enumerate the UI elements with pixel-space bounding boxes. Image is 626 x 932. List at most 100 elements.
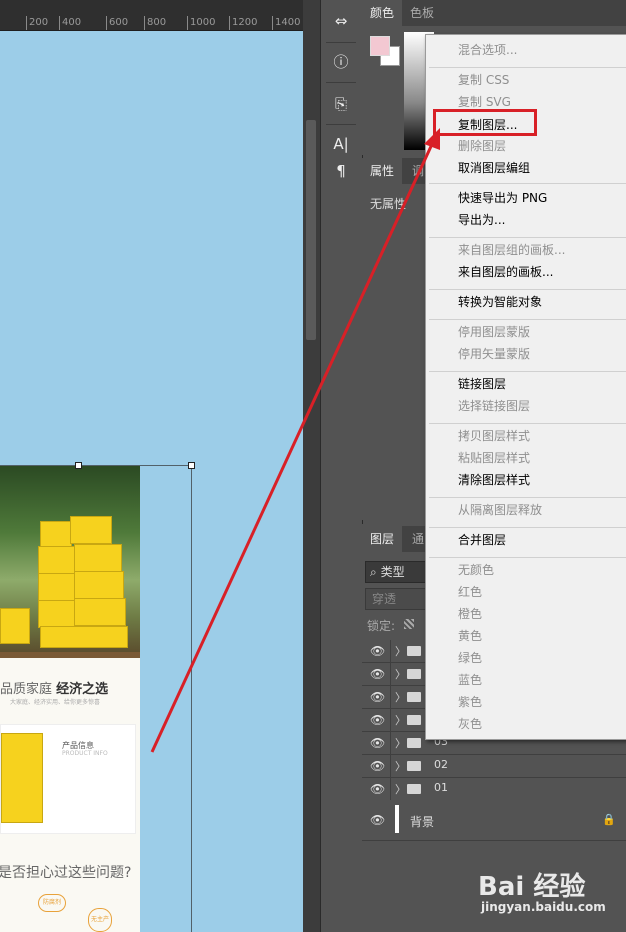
layer-filter-dropdown[interactable]: ⌕ 类型 (365, 561, 433, 583)
divider (390, 732, 391, 754)
divider (326, 124, 356, 125)
menu-item[interactable]: 复制 SVG (458, 93, 511, 110)
ruler-label: 200 (29, 17, 49, 28)
paragraph-styles-icon[interactable]: ⇔ (328, 10, 354, 32)
menu-item[interactable]: 粘贴图层样式 (458, 449, 530, 466)
layer-name: 02 (434, 758, 448, 771)
menu-item[interactable]: 清除图层样式 (458, 471, 530, 488)
background-layer-row[interactable]: 👁 (362, 800, 626, 841)
menu-item[interactable]: 停用矢量蒙版 (458, 345, 530, 362)
menu-item[interactable]: 红色 (458, 583, 482, 600)
tab-layers[interactable]: 图层 (362, 526, 403, 552)
menu-item[interactable]: 紫色 (458, 693, 482, 710)
menu-item[interactable]: 来自图层的画板... (458, 263, 553, 280)
menu-item[interactable]: 删除图层 (458, 137, 506, 154)
ruler-tick (229, 16, 230, 30)
artwork-question: 是否担心过这些问题? (0, 865, 132, 881)
scrollbar-thumb[interactable] (306, 120, 316, 340)
layer-filter-label: 类型 (380, 565, 405, 579)
glyphs-icon[interactable]: ⎘ (328, 93, 354, 115)
visibility-eye-icon[interactable]: 👁 (370, 644, 385, 658)
lock-icon: 🔒 (602, 813, 616, 826)
divider (390, 686, 391, 708)
ruler-tick (26, 16, 27, 30)
folder-icon (407, 715, 421, 725)
expand-caret-icon[interactable]: 〉 (395, 735, 406, 751)
menu-item[interactable]: 橙色 (458, 605, 482, 622)
divider (390, 640, 391, 662)
expand-caret-icon[interactable]: 〉 (395, 666, 406, 682)
transform-handle[interactable] (75, 462, 82, 469)
menu-separator (429, 289, 626, 290)
menu-item[interactable]: 灰色 (458, 715, 482, 732)
menu-item[interactable]: 停用图层蒙版 (458, 323, 530, 340)
expand-caret-icon[interactable]: 〉 (395, 643, 406, 659)
menu-separator (429, 319, 626, 320)
visibility-eye-icon[interactable]: 👁 (370, 736, 385, 750)
artwork-headline: 品质家庭 经济之选 (0, 678, 140, 697)
menu-item[interactable]: 混合选项... (458, 41, 517, 58)
expand-caret-icon[interactable]: 〉 (395, 758, 406, 774)
lock-transparent-pixels-icon[interactable] (404, 619, 414, 629)
headline-bold: 经济之选 (56, 682, 109, 697)
expand-caret-icon[interactable]: 〉 (395, 781, 406, 797)
menu-item[interactable]: 取消图层编组 (458, 159, 530, 176)
paragraph-icon[interactable]: ¶ (328, 160, 354, 182)
folder-icon (407, 646, 421, 656)
tab-color[interactable]: 颜色 (362, 0, 403, 26)
folder-icon (407, 669, 421, 679)
menu-item[interactable]: 从隔离图层释放 (458, 501, 542, 518)
tab-swatches[interactable]: 色板 (402, 0, 442, 26)
layer-thumbnail (395, 805, 399, 833)
menu-item[interactable]: 链接图层 (458, 375, 506, 392)
visibility-eye-icon[interactable]: 👁 (370, 690, 385, 704)
menu-item[interactable]: 快速导出为 PNG (458, 189, 547, 206)
layer-row[interactable]: 👁 〉 02 (362, 755, 626, 778)
background-layer-name: 背景 (410, 815, 435, 829)
visibility-eye-icon[interactable]: 👁 (370, 713, 385, 727)
visibility-eye-icon[interactable]: 👁 (370, 782, 385, 796)
transform-handle[interactable] (188, 462, 195, 469)
baidu-logo: Bai 经验 (478, 872, 586, 902)
menu-item[interactable]: 合并图层 (458, 531, 506, 548)
tissue-box (38, 546, 76, 574)
search-icon: ⌕ (370, 565, 377, 579)
ruler-tick (106, 16, 107, 30)
tab-properties[interactable]: 属性 (362, 158, 403, 184)
expand-caret-icon[interactable]: 〉 (395, 689, 406, 705)
tissue-box (40, 521, 72, 547)
tissue-box (74, 544, 122, 572)
menu-item[interactable]: 绿色 (458, 649, 482, 666)
menu-item[interactable]: 复制 CSS (458, 71, 509, 88)
menu-item[interactable]: 来自图层组的画板... (458, 241, 565, 258)
menu-item[interactable]: 蓝色 (458, 671, 482, 688)
menu-item[interactable]: 转换为智能对象 (458, 293, 542, 310)
menu-separator (429, 423, 626, 424)
artwork-preview[interactable]: 品质家庭 经济之选 大家庭、经济实用、给你更多惊喜 产品信息 PRODUCT I… (0, 466, 140, 932)
card-subtitle: PRODUCT INFO (62, 750, 108, 757)
info-icon[interactable]: ⓘ (328, 51, 354, 73)
foreground-color-swatch[interactable] (370, 36, 390, 56)
menu-item[interactable]: 无颜色 (458, 561, 494, 578)
menu-separator (429, 183, 626, 184)
expand-caret-icon[interactable]: 〉 (395, 712, 406, 728)
character-icon[interactable]: A| (328, 133, 354, 155)
product-photo (0, 466, 140, 656)
visibility-eye-icon[interactable]: 👁 (370, 667, 385, 681)
tissue-box (38, 600, 76, 628)
ruler-label: 1400 (275, 17, 301, 28)
menu-item[interactable]: 选择链接图层 (458, 397, 530, 414)
ruler-tick (59, 16, 60, 30)
menu-item[interactable]: 黄色 (458, 627, 482, 644)
tissue-box (0, 608, 30, 644)
horizontal-ruler[interactable]: 200 400 600 800 1000 1200 1400 (0, 0, 303, 31)
layer-row[interactable]: 👁 〉 01 (362, 778, 626, 801)
tissue-box (1, 733, 43, 823)
visibility-eye-icon[interactable]: 👁 (370, 813, 385, 827)
visibility-eye-icon[interactable]: 👁 (370, 759, 385, 773)
menu-separator (429, 557, 626, 558)
menu-separator (429, 237, 626, 238)
menu-item[interactable]: 导出为... (458, 211, 505, 228)
color-panel-tabbar: 颜色 色板 (362, 0, 626, 26)
menu-item[interactable]: 拷贝图层样式 (458, 427, 530, 444)
